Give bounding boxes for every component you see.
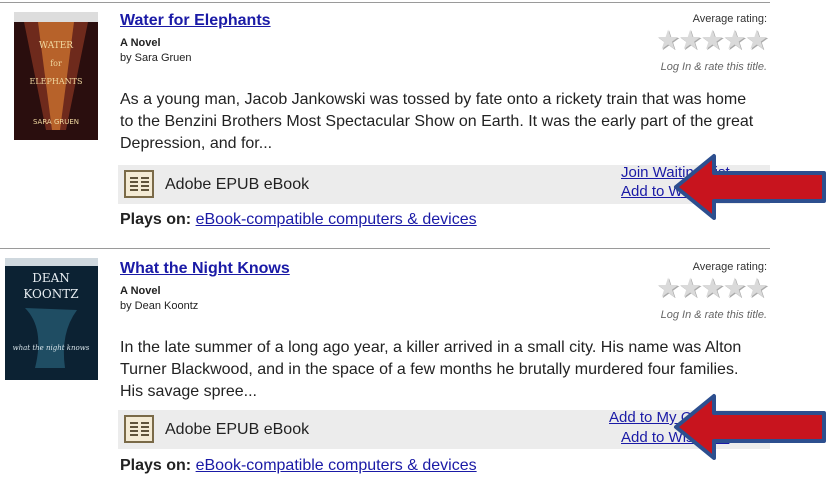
- svg-text:DEAN: DEAN: [32, 271, 70, 285]
- divider-middle: [0, 248, 770, 249]
- book-cover-image[interactable]: DEAN KOONTZ what the night knows: [5, 258, 98, 380]
- plays-on-label: Plays on:: [120, 211, 192, 228]
- annotation-arrow-2: [674, 394, 826, 460]
- svg-text:ELEPHANTS: ELEPHANTS: [30, 77, 83, 86]
- svg-text:SARA GRUEN: SARA GRUEN: [33, 118, 79, 126]
- book-description: In the late summer of a long ago year, a…: [120, 339, 742, 400]
- book-author: by Sara Gruen: [120, 52, 192, 64]
- divider-top: [0, 2, 770, 3]
- compatible-devices-link[interactable]: eBook-compatible computers & devices: [196, 211, 477, 228]
- average-rating-label: Average rating:: [692, 13, 767, 25]
- compatible-devices-link[interactable]: eBook-compatible computers & devices: [196, 457, 477, 474]
- book-subtitle: A Novel: [120, 285, 161, 297]
- plays-on-row: Plays on: eBook-compatible computers & d…: [120, 457, 477, 475]
- format-label: Adobe EPUB eBook: [165, 176, 310, 193]
- average-rating-label: Average rating:: [692, 261, 767, 273]
- book-title-link[interactable]: Water for Elephants: [120, 12, 271, 30]
- book-cover-image[interactable]: WATER for ELEPHANTS SARA GRUEN: [14, 12, 98, 140]
- format-label: Adobe EPUB eBook: [165, 421, 310, 438]
- book-description: As a young man, Jacob Jankowski was toss…: [120, 91, 754, 152]
- login-rate-link[interactable]: Log In & rate this title.: [661, 61, 767, 73]
- book-title-link[interactable]: What the Night Knows: [120, 260, 290, 278]
- svg-text:KOONTZ: KOONTZ: [23, 287, 78, 301]
- svg-text:for: for: [50, 59, 62, 68]
- ebook-icon: [124, 415, 154, 443]
- annotation-arrow-1: [674, 154, 826, 220]
- ebook-icon: [124, 170, 154, 198]
- login-rate-link[interactable]: Log In & rate this title.: [661, 309, 767, 321]
- rating-stars: ★★★★★: [655, 25, 769, 55]
- book-subtitle: A Novel: [120, 37, 161, 49]
- book-author: by Dean Koontz: [120, 300, 199, 312]
- plays-on-label: Plays on:: [120, 457, 192, 474]
- rating-stars: ★★★★★: [655, 273, 769, 303]
- svg-text:what the night knows: what the night knows: [13, 344, 90, 352]
- svg-text:WATER: WATER: [39, 41, 73, 51]
- plays-on-row: Plays on: eBook-compatible computers & d…: [120, 211, 477, 229]
